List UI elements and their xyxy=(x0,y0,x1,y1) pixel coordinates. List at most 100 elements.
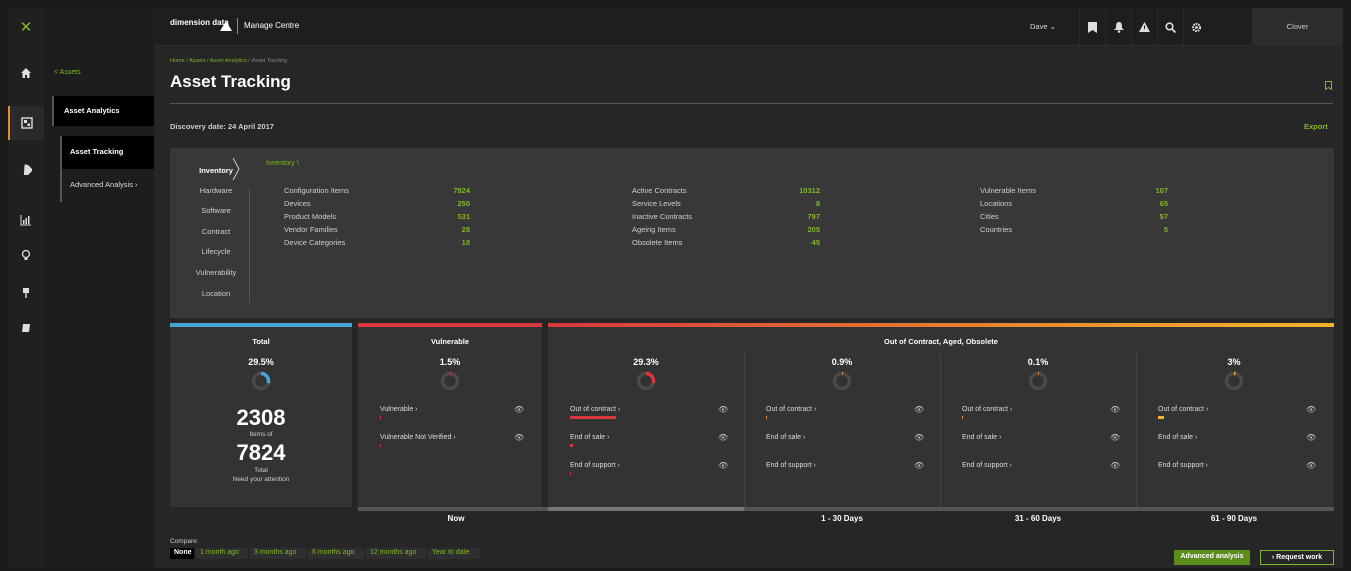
tab-lifecycle[interactable]: Lifecycle xyxy=(186,247,246,256)
tab-software[interactable]: Software xyxy=(186,206,246,215)
warning-icon[interactable] xyxy=(1131,8,1157,46)
total-label: Total xyxy=(254,467,268,474)
contract-row[interactable]: Out of contract › xyxy=(570,406,620,413)
request-work-button[interactable]: › Request work xyxy=(1260,550,1334,565)
total-count: 7824 xyxy=(236,440,286,465)
contract-row[interactable]: End of sale › xyxy=(766,434,805,441)
stat-label: Vulnerable Items xyxy=(980,186,1037,195)
search-icon[interactable] xyxy=(1157,8,1183,46)
contract-row[interactable]: End of support › xyxy=(1158,462,1208,469)
stat-value[interactable]: 65 xyxy=(1108,199,1168,208)
sidebar-item-advanced-analysis[interactable]: Advanced Analysis › xyxy=(60,169,154,202)
breadcrumb-assets[interactable]: Assets xyxy=(189,58,206,64)
stat-value[interactable]: 28 xyxy=(410,225,470,234)
gear-icon[interactable] xyxy=(1183,8,1209,46)
bookmark-page-icon[interactable] xyxy=(1325,81,1332,90)
tab-contract[interactable]: Contract xyxy=(186,227,246,236)
stat-value[interactable]: 107 xyxy=(1108,186,1168,195)
inventory-breadcrumb: Inventory \ xyxy=(266,160,299,167)
compare-option[interactable]: None xyxy=(170,548,194,559)
page-title: Asset Tracking xyxy=(170,72,291,91)
tab-location[interactable]: Location xyxy=(186,289,246,298)
stat-value[interactable]: 57 xyxy=(1108,212,1168,221)
period-61-90[interactable]: 61 - 90 Days xyxy=(1136,514,1332,523)
contract-row[interactable]: End of sale › xyxy=(570,434,609,441)
period-now[interactable]: Now xyxy=(358,514,554,523)
contract-row[interactable]: End of support › xyxy=(570,462,620,469)
tag-icon[interactable] xyxy=(8,153,44,187)
contract-row[interactable]: Out of contract › xyxy=(1158,406,1208,413)
bell-icon[interactable] xyxy=(1105,8,1131,46)
eye-icon[interactable]: 👁 xyxy=(718,405,728,414)
stat-value[interactable]: 7824 xyxy=(410,186,470,195)
contract-donut xyxy=(832,371,852,391)
stat-value[interactable]: 8 xyxy=(760,199,820,208)
compare-option[interactable]: Year to date xyxy=(428,548,480,559)
close-icon[interactable]: ✕ xyxy=(8,8,44,46)
stat-label: Cities xyxy=(980,212,999,221)
compare-option[interactable]: 3 months ago xyxy=(250,548,306,559)
eye-icon[interactable]: 👁 xyxy=(718,461,728,470)
contract-row[interactable]: End of support › xyxy=(766,462,816,469)
eye-icon[interactable]: 👁 xyxy=(514,405,524,414)
stat-value[interactable]: 5 xyxy=(1108,225,1168,234)
advanced-analysis-button[interactable]: Advanced analysis xyxy=(1174,550,1250,565)
period-1-30[interactable]: 1 - 30 Days xyxy=(744,514,940,523)
stat-value[interactable]: 797 xyxy=(760,212,820,221)
contract-row[interactable]: End of sale › xyxy=(962,434,1001,441)
sub-navigation: < Assets Asset Analytics Asset Tracking … xyxy=(44,8,154,568)
eye-icon[interactable]: 👁 xyxy=(1306,433,1316,442)
contract-donut xyxy=(1224,371,1244,391)
eye-icon[interactable]: 👁 xyxy=(914,433,924,442)
tab-vulnerability[interactable]: Vulnerability xyxy=(186,268,246,277)
stat-value[interactable]: 531 xyxy=(410,212,470,221)
dashboard-icon[interactable] xyxy=(8,106,44,140)
contract-bar xyxy=(570,472,571,475)
breadcrumb-analytics[interactable]: Asset Analytics xyxy=(210,58,247,64)
eye-icon[interactable]: 👁 xyxy=(914,461,924,470)
sidebar-item-asset-tracking[interactable]: Asset Tracking xyxy=(60,136,154,169)
account-name[interactable]: Clover xyxy=(1252,8,1343,46)
bulb-icon[interactable] xyxy=(8,238,44,272)
compare-option[interactable]: 12 months ago xyxy=(366,548,426,559)
contract-bar xyxy=(570,416,616,419)
vulnerable-not-verified-row[interactable]: Vulnerable Not Verified › xyxy=(380,434,456,441)
eye-icon[interactable]: 👁 xyxy=(1306,405,1316,414)
eye-icon[interactable]: 👁 xyxy=(914,405,924,414)
bookmark-icon[interactable] xyxy=(1079,8,1105,46)
stat-label: Devices xyxy=(284,199,311,208)
period-31-60[interactable]: 31 - 60 Days xyxy=(940,514,1136,523)
home-icon[interactable] xyxy=(8,56,44,90)
book-icon[interactable] xyxy=(8,311,44,345)
export-link[interactable]: Export xyxy=(1304,122,1328,131)
stat-value[interactable]: 18 xyxy=(410,238,470,247)
compare-option[interactable]: 6 months ago xyxy=(308,548,364,559)
contract-row[interactable]: Out of contract › xyxy=(962,406,1012,413)
stat-value[interactable]: 10312 xyxy=(760,186,820,195)
eye-icon[interactable]: 👁 xyxy=(1110,405,1120,414)
pin-icon[interactable] xyxy=(8,276,44,310)
chart-icon[interactable] xyxy=(8,203,44,237)
eye-icon[interactable]: 👁 xyxy=(718,433,728,442)
total-card: Total 29.5% 2308 Items of 7824 Total Nee… xyxy=(170,327,352,507)
vulnerable-row[interactable]: Vulnerable › xyxy=(380,406,418,413)
eye-icon[interactable]: 👁 xyxy=(1110,433,1120,442)
main-content: Home / Assets / Asset Analytics / Asset … xyxy=(154,46,1343,568)
tabs-divider xyxy=(249,188,250,303)
tab-hardware[interactable]: Hardware xyxy=(186,186,246,195)
contract-row[interactable]: Out of contract › xyxy=(766,406,816,413)
breadcrumb-home[interactable]: Home xyxy=(170,58,185,64)
total-heading: Total xyxy=(252,337,270,346)
eye-icon[interactable]: 👁 xyxy=(1110,461,1120,470)
user-menu[interactable]: Dave ⌄ xyxy=(1030,22,1056,31)
eye-icon[interactable]: 👁 xyxy=(514,433,524,442)
sidebar-item-asset-analytics[interactable]: Asset Analytics xyxy=(52,96,154,126)
stat-value[interactable]: 205 xyxy=(760,225,820,234)
compare-option[interactable]: 1 month ago xyxy=(196,548,248,559)
stat-value[interactable]: 45 xyxy=(760,238,820,247)
eye-icon[interactable]: 👁 xyxy=(1306,461,1316,470)
stat-value[interactable]: 250 xyxy=(410,199,470,208)
back-to-assets-link[interactable]: < Assets xyxy=(54,69,81,76)
contract-row[interactable]: End of support › xyxy=(962,462,1012,469)
contract-row[interactable]: End of sale › xyxy=(1158,434,1197,441)
